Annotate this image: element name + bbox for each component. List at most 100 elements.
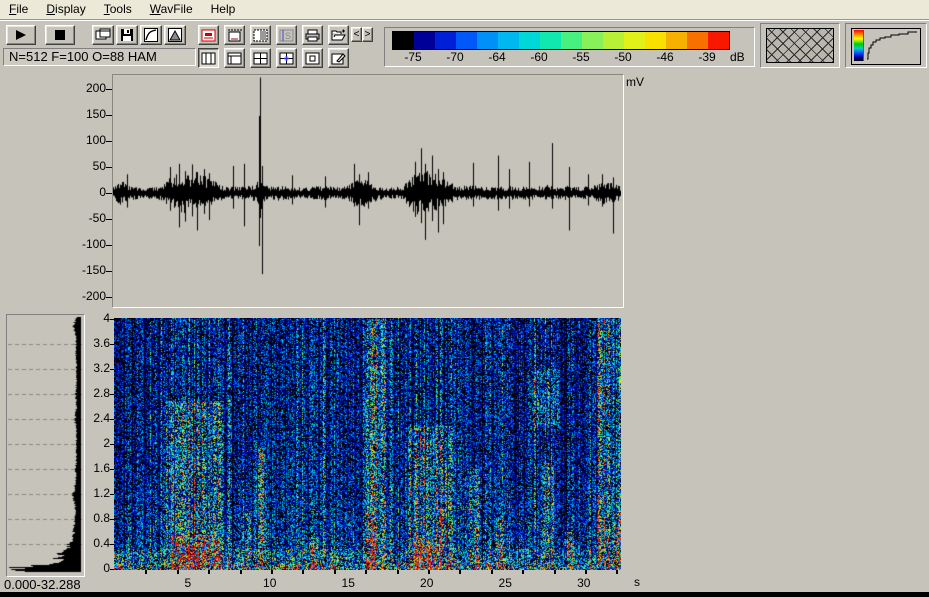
- palette-curve-panel[interactable]: [845, 23, 927, 68]
- grid-cross-marker-button[interactable]: [276, 48, 297, 68]
- annotate-button[interactable]: [328, 48, 349, 68]
- color-cell-8: [561, 32, 582, 49]
- cascade-windows-button[interactable]: [92, 25, 114, 45]
- color-cell-3: [456, 32, 477, 49]
- spectrogram-y-tick-label: 2: [103, 436, 110, 450]
- waveform-y-tick: [106, 245, 112, 246]
- spectrum-section-icon: S: [279, 29, 294, 42]
- annotate-pencil-icon: [331, 52, 346, 65]
- waveform-canvas[interactable]: [113, 75, 621, 305]
- spectrogram-x-tick: [240, 570, 242, 574]
- grid-columns-icon: [201, 52, 216, 65]
- spectrogram-x-tick: [365, 570, 367, 574]
- frame-single-button[interactable]: [302, 48, 323, 68]
- spectrogram-y-tick-label: 3.2: [93, 361, 110, 375]
- app-window: FileDisplayToolsWavFileHelp N=512 F=1: [0, 0, 929, 597]
- spectrum-section-button[interactable]: S: [276, 25, 297, 45]
- save-button[interactable]: [116, 25, 138, 45]
- waveform-plot[interactable]: [112, 74, 624, 308]
- step-back-button[interactable]: <: [351, 27, 362, 42]
- pattern-panel[interactable]: [760, 23, 840, 68]
- spectrogram-x-tick-label: 15: [342, 576, 355, 590]
- play-button[interactable]: [6, 25, 36, 45]
- spectrogram-y-tick-label: 0.4: [93, 536, 110, 550]
- transfer-curve-button[interactable]: [140, 25, 162, 45]
- waveform-y-tick: [106, 89, 112, 90]
- color-cell-9: [582, 32, 603, 49]
- color-scale-unit: dB: [730, 50, 745, 64]
- grid-columns-button[interactable]: [198, 48, 219, 68]
- spectrogram-x-tick: [145, 570, 147, 574]
- open-file-button[interactable]: [328, 25, 349, 45]
- waveform-y-tick: [106, 141, 112, 142]
- time-marks-icon: [227, 28, 242, 42]
- color-cell-2: [435, 32, 456, 49]
- waveform-y-tick: [106, 271, 112, 272]
- spectrogram-y-tick: [110, 419, 114, 420]
- waveform-y-tick: [106, 193, 112, 194]
- analysis-params-field[interactable]: N=512 F=100 O=88 HAM: [3, 48, 196, 66]
- spectrogram-y-tick-label: 0.8: [93, 511, 110, 525]
- spectrogram-x-tick: [271, 570, 273, 574]
- play-icon: [14, 29, 28, 41]
- stop-button[interactable]: [45, 25, 75, 45]
- spectrogram-x-tick: [585, 570, 587, 574]
- grid-frame-icon: [227, 52, 242, 65]
- grid-cross-button[interactable]: [250, 48, 271, 68]
- color-scale-tick-label: -50: [614, 50, 631, 64]
- average-spectrum-panel[interactable]: [6, 314, 85, 577]
- spectrogram-y-tick: [110, 394, 114, 395]
- grid-cross-marker-icon: [279, 52, 294, 65]
- waveform-y-tick-label: -100: [82, 237, 106, 251]
- crosshatch-pattern-icon: [766, 28, 834, 63]
- spectrogram-y-tick-label: 0: [103, 561, 110, 575]
- color-scale-panel: dB -75-70-64-60-55-50-46-39: [384, 27, 755, 67]
- spectrogram-y-tick: [110, 344, 114, 345]
- color-cell-6: [519, 32, 540, 49]
- waveform-y-tick-label: 50: [93, 159, 106, 173]
- color-scale-tick-label: -70: [446, 50, 463, 64]
- waveform-y-tick-label: 0: [99, 185, 106, 199]
- step-forward-button[interactable]: >: [362, 27, 373, 42]
- spectrogram-y-tick: [110, 319, 114, 320]
- print-icon: [305, 29, 320, 42]
- menu-item-tools[interactable]: Tools: [95, 0, 141, 19]
- display-window-button[interactable]: [198, 25, 219, 45]
- waveform-y-tick-label: -200: [82, 289, 106, 303]
- menu-item-wavfile[interactable]: WavFile: [141, 0, 202, 19]
- color-cell-11: [624, 32, 645, 49]
- peak-icon: [168, 28, 182, 42]
- spectrogram-y-tick: [110, 519, 114, 520]
- spectrogram-y-tick: [110, 469, 114, 470]
- print-button[interactable]: [302, 25, 323, 45]
- spectrogram-x-tick-label: 10: [263, 576, 276, 590]
- spectrogram-x-tick-label: 30: [577, 576, 590, 590]
- region-select-button[interactable]: [250, 25, 271, 45]
- color-cell-1: [414, 32, 435, 49]
- waveform-y-tick: [106, 297, 112, 298]
- spectrogram-y-tick-label: 1.6: [93, 461, 110, 475]
- color-cell-10: [603, 32, 624, 49]
- transfer-curve-icon: [144, 28, 158, 42]
- spectrogram-plot[interactable]: [114, 318, 621, 570]
- time-marks-button[interactable]: [224, 25, 245, 45]
- spectrogram-x-tick: [554, 570, 556, 574]
- time-unit-label: s: [634, 575, 640, 589]
- waveform-y-tick-label: 100: [86, 133, 106, 147]
- menu-item-help[interactable]: Help: [202, 0, 245, 19]
- open-folder-icon: [331, 29, 346, 42]
- color-scale-tick-label: -60: [530, 50, 547, 64]
- spectrogram-x-tick: [522, 570, 524, 574]
- color-scale-bar: [392, 31, 730, 50]
- grid-frame-button[interactable]: [224, 48, 245, 68]
- svg-text:S: S: [285, 31, 291, 41]
- menu-item-file[interactable]: File: [0, 0, 37, 19]
- spectrogram-x-tick: [428, 570, 430, 574]
- spectrogram-x-tick: [208, 570, 210, 574]
- color-scale-tick-label: -39: [698, 50, 715, 64]
- color-cell-0: [393, 32, 414, 49]
- spectrogram-y-tick-label: 2.4: [93, 411, 110, 425]
- spectrogram-y-tick: [110, 544, 114, 545]
- menu-item-display[interactable]: Display: [37, 0, 94, 19]
- peak-button[interactable]: [164, 25, 186, 45]
